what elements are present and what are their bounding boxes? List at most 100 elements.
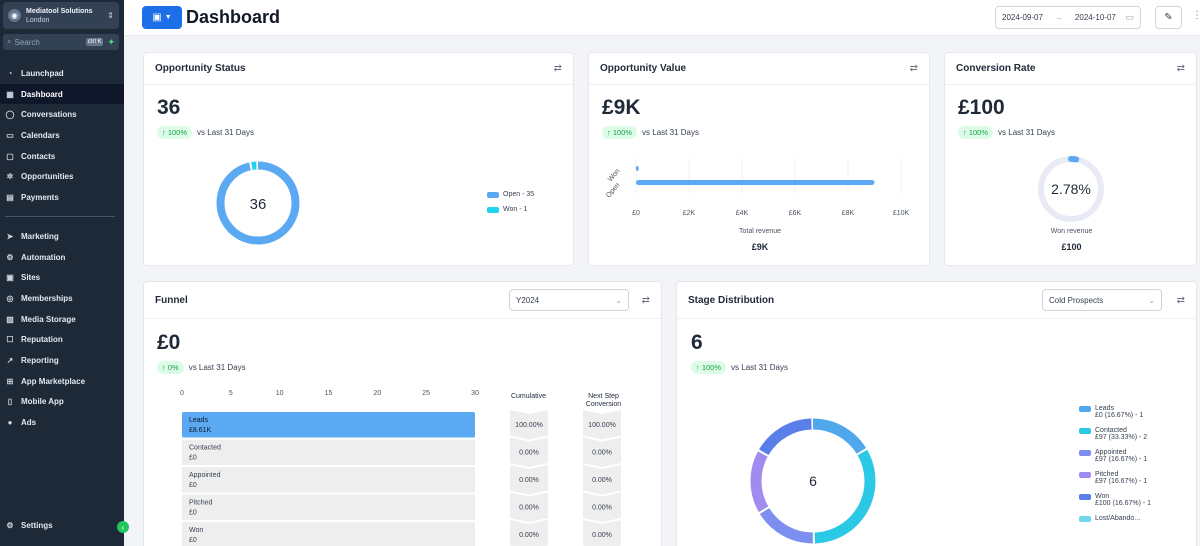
sidebar-item-label: Memberships bbox=[21, 293, 73, 303]
sidebar-item-reporting[interactable]: ↗ Reporting bbox=[0, 350, 124, 371]
edit-dashboard-button[interactable]: ✎ bbox=[1155, 6, 1182, 29]
arrow-right-icon: → bbox=[1054, 13, 1063, 22]
card-title: Funnel bbox=[155, 294, 188, 306]
funnel-bar bbox=[182, 412, 475, 438]
funnel-row-bg bbox=[182, 494, 475, 520]
swap-icon[interactable]: ⇄ bbox=[554, 63, 562, 74]
legend-label: Leads bbox=[1095, 405, 1115, 412]
trend-badge: ↑ 100% bbox=[958, 126, 994, 139]
legend-label: Lost/Abando... bbox=[1095, 515, 1141, 522]
funnel-stage-amount: £8.61K bbox=[189, 427, 212, 434]
swap-icon[interactable]: ⇄ bbox=[1177, 63, 1185, 74]
swap-icon[interactable]: ⇄ bbox=[910, 63, 918, 74]
sidebar-item-opportunities[interactable]: ✲ Opportunities bbox=[0, 166, 124, 187]
contacts-icon: ▢ bbox=[6, 151, 14, 161]
funnel-stage-amount: £0 bbox=[189, 537, 197, 544]
sidebar-item-launchpad[interactable]: ◔ Launchpad bbox=[0, 63, 124, 84]
mobile-icon: ▯ bbox=[7, 397, 13, 407]
date-from: 2024-09-07 bbox=[1002, 13, 1043, 22]
next-step-cell: 0.00% bbox=[592, 477, 612, 484]
x-tick-label: £10K bbox=[893, 210, 910, 217]
calendar-icon: ▭ bbox=[1125, 12, 1134, 22]
sidebar-item-app-marketplace[interactable]: ⊞ App Marketplace bbox=[0, 371, 124, 392]
pipeline-select-value: Cold Prospects bbox=[1049, 295, 1104, 305]
legend-label: Won - 1 bbox=[503, 206, 528, 213]
ai-spark-icon[interactable]: ✦ bbox=[107, 37, 115, 48]
automation-icon: ⚙ bbox=[6, 252, 14, 262]
sidebar-item-label: Reputation bbox=[21, 335, 63, 345]
chart-xlabel: Total revenue bbox=[738, 228, 782, 235]
legend-label: Open - 35 bbox=[503, 191, 535, 198]
status-legend: Open - 35 Won - 1 bbox=[487, 191, 534, 221]
memberships-icon: ◎ bbox=[6, 293, 14, 303]
legend-detail: £97 (16.67%) - 1 bbox=[1095, 478, 1148, 485]
metric-value: 6 bbox=[691, 331, 703, 354]
x-tick-label: £6K bbox=[789, 210, 802, 217]
legend-detail: £97 (33.33%) - 2 bbox=[1095, 434, 1148, 441]
sidebar-item-reputation[interactable]: ☐ Reputation bbox=[0, 329, 124, 350]
dashboard-switcher-button[interactable]: ▣ ▼ bbox=[142, 6, 182, 29]
reputation-icon: ☐ bbox=[6, 335, 14, 345]
trend-text: vs Last 31 Days bbox=[188, 363, 246, 372]
sidebar-item-automation[interactable]: ⚙ Automation bbox=[0, 247, 124, 268]
more-options-icon[interactable]: ⋮ bbox=[1192, 10, 1200, 21]
pipeline-select[interactable]: Cold Prospects ⌄ bbox=[1042, 289, 1162, 311]
send-icon: ➤ bbox=[6, 231, 14, 241]
calendar-icon: ▭ bbox=[6, 130, 14, 140]
sidebar-item-settings[interactable]: ⚙ Settings bbox=[0, 515, 124, 536]
sidebar-item-media-storage[interactable]: ▧ Media Storage bbox=[0, 309, 124, 330]
legend-detail: £97 (16.67%) - 1 bbox=[1095, 456, 1148, 463]
sidebar-item-mobile-app[interactable]: ▯ Mobile App bbox=[0, 392, 124, 413]
card-title: Opportunity Status bbox=[155, 63, 246, 74]
sidebar-item-contacts[interactable]: ▢ Contacts bbox=[0, 146, 124, 167]
collapse-sidebar-button[interactable]: ‹ bbox=[117, 521, 129, 533]
sidebar-item-conversations[interactable]: ◯ Conversations bbox=[0, 104, 124, 125]
marketplace-icon: ⊞ bbox=[6, 376, 14, 386]
legend-item: Won £100 (16.67%) - 1 bbox=[1079, 493, 1151, 507]
funnel-stage-amount: £0 bbox=[189, 482, 197, 489]
sidebar-item-calendars[interactable]: ▭ Calendars bbox=[0, 125, 124, 146]
sidebar-item-marketing[interactable]: ➤ Marketing bbox=[0, 226, 124, 247]
funnel-row-bg bbox=[182, 522, 475, 546]
sidebar-item-label: Mobile App bbox=[21, 397, 64, 407]
swap-icon[interactable]: ⇄ bbox=[1177, 295, 1185, 306]
sidebar-item-dashboard[interactable]: ▦ Dashboard bbox=[0, 83, 124, 105]
trend-badge: ↑ 100% bbox=[602, 126, 638, 139]
funnel-stage-name: Appointed bbox=[189, 472, 221, 479]
next-step-cell: 0.00% bbox=[592, 449, 612, 456]
sidebar-item-label: Calendars bbox=[21, 130, 60, 140]
card-title: Stage Distribution bbox=[688, 294, 775, 306]
x-tick-label: £8K bbox=[842, 210, 855, 217]
sidebar-item-label: Marketing bbox=[21, 231, 59, 241]
opportunities-icon: ✲ bbox=[6, 172, 14, 182]
sidebar-item-ads[interactable]: ● Ads bbox=[0, 412, 124, 433]
account-name: Mediatool Solutions bbox=[26, 7, 93, 15]
legend-item: Won - 1 bbox=[487, 206, 534, 213]
date-range-picker[interactable]: 2024-09-07 → 2024-10-07 ▭ bbox=[995, 6, 1141, 29]
sidebar-item-sites[interactable]: ▣ Sites bbox=[0, 267, 124, 288]
card-title: Opportunity Value bbox=[600, 63, 687, 74]
opportunity-status-card: Opportunity Status ⇄ 36 ↑ 100% vs Last 31 … bbox=[143, 52, 574, 266]
chevron-down-icon: ⌄ bbox=[615, 295, 622, 305]
status-donut: 36 bbox=[216, 161, 300, 245]
cumulative-cell: 0.00% bbox=[519, 449, 539, 456]
sites-icon: ▣ bbox=[6, 273, 14, 283]
search-shortcut: ctrl K bbox=[85, 38, 104, 46]
x-tick-label: £4K bbox=[736, 210, 749, 217]
nav-primary: ◔ Launchpad ▦ Dashboard ◯ Conversations ▭ Ca… bbox=[0, 63, 124, 208]
sidebar-item-payments[interactable]: ▤ Payments bbox=[0, 187, 124, 208]
sidebar-item-label: Ads bbox=[21, 418, 37, 428]
ads-icon: ● bbox=[7, 418, 13, 428]
page-title: Dashboard bbox=[186, 7, 281, 27]
sidebar-item-memberships[interactable]: ◎ Memberships bbox=[0, 288, 124, 309]
account-switcher[interactable]: ◉ Mediatool Solutions London ⇕ bbox=[3, 2, 119, 29]
search-input[interactable]: ⌕ Search ctrl K ✦ bbox=[3, 34, 119, 50]
x-tick-label: £0 bbox=[632, 210, 640, 217]
swap-icon[interactable]: ⇄ bbox=[642, 295, 650, 306]
dashboard-icon: ▦ bbox=[6, 89, 14, 99]
year-select[interactable]: Y2024 ⌄ bbox=[509, 289, 629, 311]
stage-legend: Leads £0 (16.67%) - 1 Contacted £97 (33.33… bbox=[1079, 405, 1151, 530]
opportunity-value-card: Opportunity Value ⇄ £9K ↑ 100% vs Last 31 … bbox=[588, 52, 930, 266]
funnel-card: Funnel ⇄ Y2024 ⌄ £0 ↑ 0% vs Last 31 Days Cu… bbox=[143, 281, 662, 546]
sidebar-item-label: Opportunities bbox=[21, 172, 74, 182]
